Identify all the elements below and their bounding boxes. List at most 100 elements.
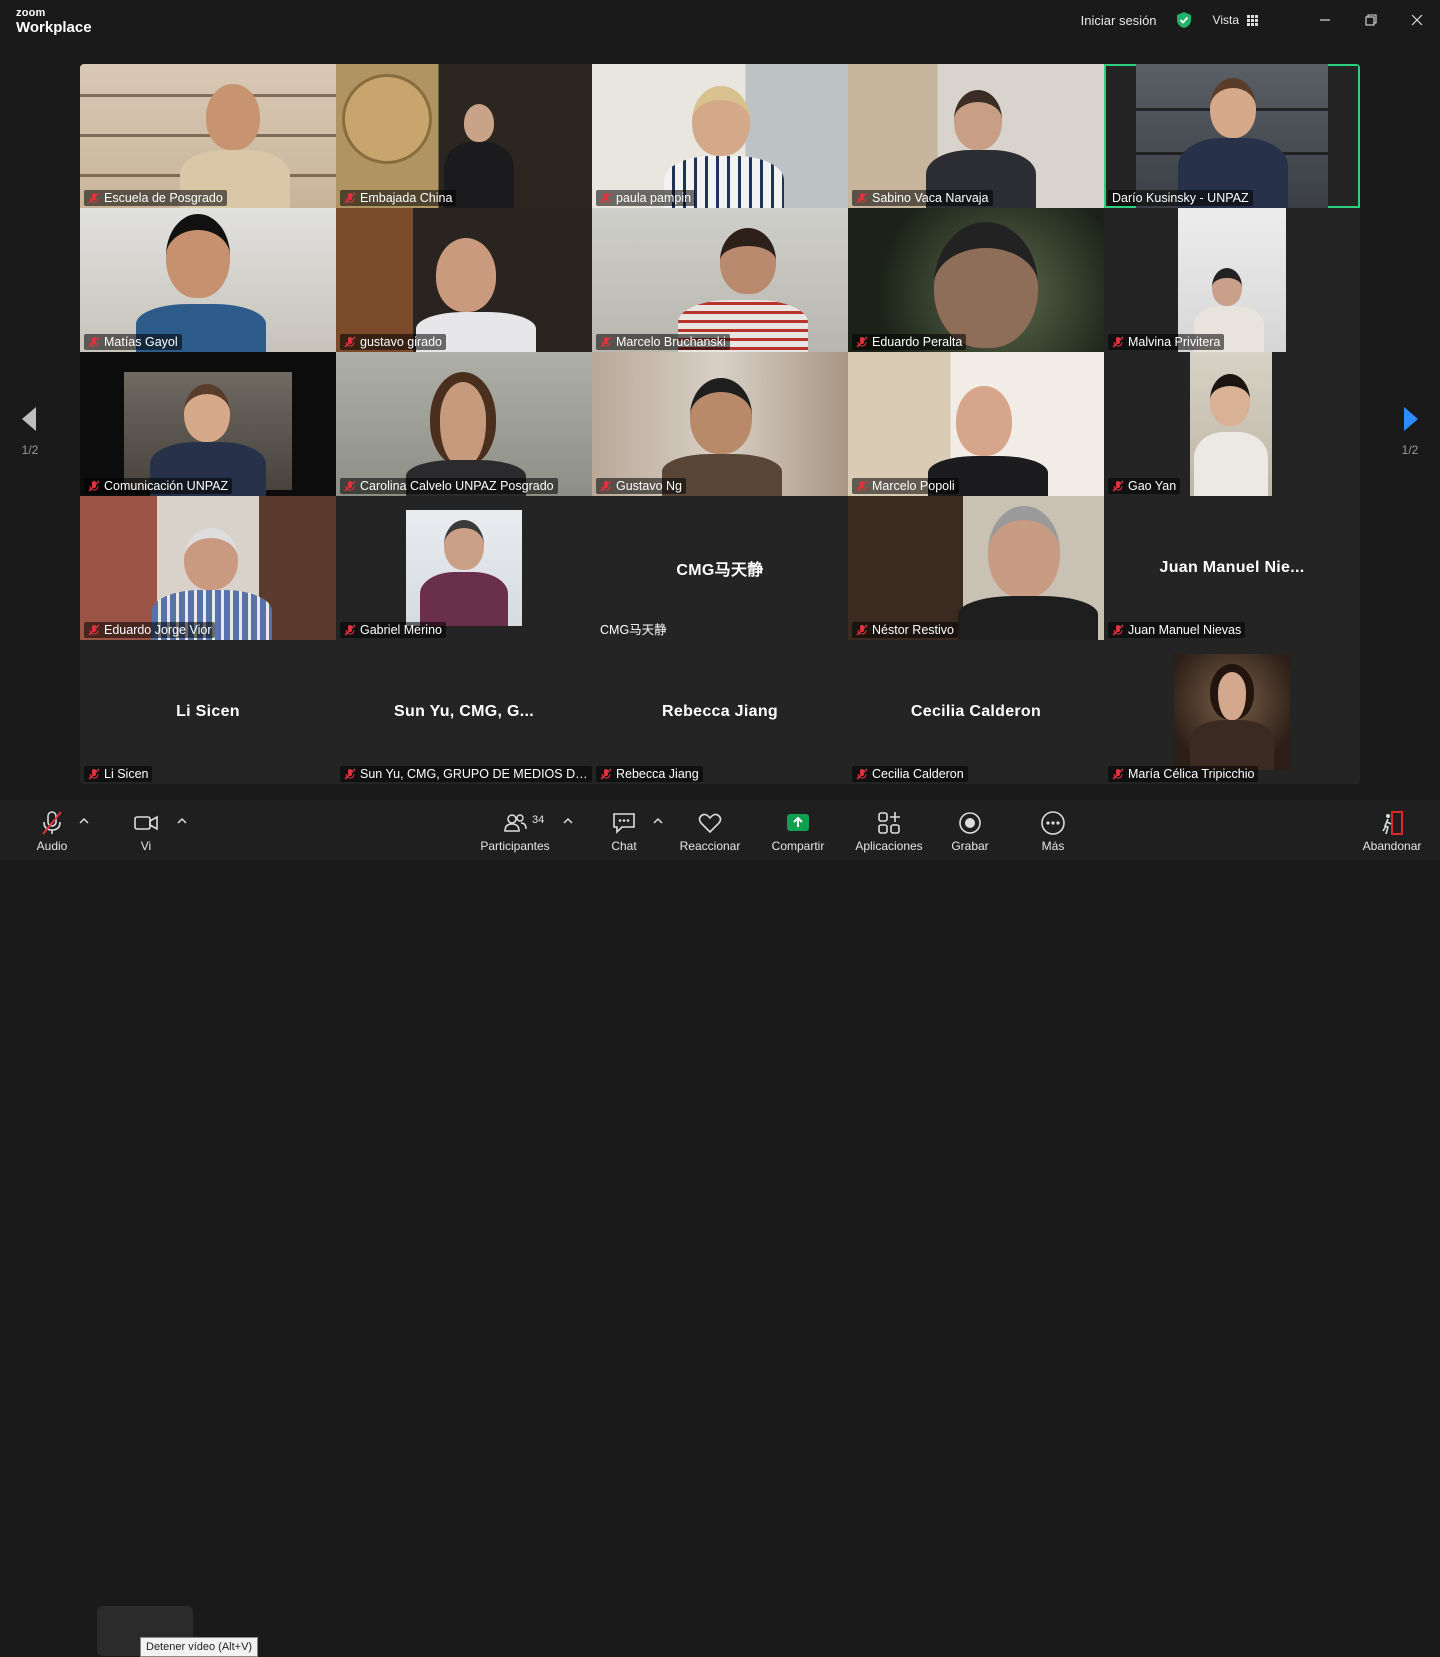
leave-button[interactable]: Abandonar: [1358, 800, 1426, 860]
participant-tile[interactable]: Matías Gayol: [80, 208, 336, 352]
participant-name: Malvina Privitera: [1108, 334, 1225, 350]
participant-tile[interactable]: Comunicación UNPAZ: [80, 352, 336, 496]
participant-tile[interactable]: Gustavo Ng: [592, 352, 848, 496]
next-page-button[interactable]: 1/2: [1390, 404, 1430, 457]
close-icon: [1411, 14, 1423, 26]
participant-name: Juan Manuel Nievas: [1108, 622, 1246, 638]
participant-tile-no-video[interactable]: Cecilia Calderon Cecilia Calderon: [848, 640, 1104, 784]
minimize-button[interactable]: [1302, 0, 1348, 40]
mic-muted-icon: [88, 624, 100, 636]
brand-large: Workplace: [16, 19, 92, 36]
participant-tile[interactable]: Malvina Privitera: [1104, 208, 1360, 352]
participant-display-name: Juan Manuel Nie...: [1159, 559, 1305, 576]
participant-tile-no-video[interactable]: Juan Manuel Nie... Juan Manuel Nievas: [1104, 496, 1360, 640]
participant-tile[interactable]: María Célica Tripicchio: [1104, 640, 1360, 784]
participant-display-name: Sun Yu, CMG, G...: [394, 703, 534, 720]
participant-tile[interactable]: Gao Yan: [1104, 352, 1360, 496]
mic-muted-icon: [856, 192, 868, 204]
chat-label: Chat: [611, 839, 637, 853]
video-feed: [1174, 654, 1290, 770]
video-feed: [336, 208, 592, 352]
participants-button[interactable]: Participantes: [478, 800, 552, 860]
participant-tile[interactable]: Eduardo Jorge Vior: [80, 496, 336, 640]
share-screen-icon: [787, 814, 809, 831]
participants-count: 34: [532, 814, 545, 826]
participant-name: Eduardo Peralta: [852, 334, 967, 350]
heart-icon: [698, 813, 722, 834]
apps-icon: [878, 812, 900, 834]
record-label: Grabar: [951, 839, 989, 853]
participant-display-name: Li Sicen: [176, 703, 240, 720]
participant-tile[interactable]: paula pampin: [592, 64, 848, 208]
video-feed: [80, 352, 336, 496]
react-button[interactable]: Reaccionar: [678, 800, 742, 860]
share-button[interactable]: Compartir: [768, 800, 828, 860]
participant-tile[interactable]: Escuela de Posgrado: [80, 64, 336, 208]
mic-muted-icon: [1112, 336, 1124, 348]
participant-name: Comunicación UNPAZ: [84, 478, 233, 494]
chat-options-chevron-icon[interactable]: [651, 814, 665, 828]
mic-muted-icon: [600, 192, 612, 204]
participant-tile[interactable]: Embajada China: [336, 64, 592, 208]
participant-tile-no-video[interactable]: Li Sicen Li Sicen: [80, 640, 336, 784]
view-button[interactable]: Vista: [1213, 13, 1258, 27]
participant-display-name: Rebecca Jiang: [662, 703, 778, 720]
audio-options-chevron-icon[interactable]: [77, 814, 91, 828]
mic-muted-icon: [344, 480, 356, 492]
participants-options-chevron-icon[interactable]: [561, 814, 575, 828]
participant-name: gustavo girado: [340, 334, 447, 350]
participant-name: Marcelo Popoli: [852, 478, 959, 494]
participants-label: Participantes: [480, 839, 550, 853]
close-button[interactable]: [1394, 0, 1440, 40]
chat-button[interactable]: Chat: [604, 800, 644, 860]
participant-tile[interactable]: Sabino Vaca Narvaja: [848, 64, 1104, 208]
participant-display-name: CMG马天静: [676, 562, 764, 579]
audio-label: Audio: [36, 839, 68, 853]
record-button[interactable]: Grabar: [950, 800, 990, 860]
participant-name: Néstor Restivo: [852, 622, 958, 638]
security-shield-icon[interactable]: [1175, 11, 1193, 29]
prev-page-button[interactable]: 1/2: [10, 404, 50, 457]
participant-tile[interactable]: Carolina Calvelo UNPAZ Posgrado: [336, 352, 592, 496]
participant-name: Darío Kusinsky - UNPAZ: [1108, 190, 1253, 206]
participant-name: Sabino Vaca Narvaja: [852, 190, 993, 206]
participant-name: CMG马天静: [600, 623, 667, 637]
participant-name: Eduardo Jorge Vior: [84, 622, 216, 638]
video-feed: [80, 496, 336, 640]
leave-door-icon: [1382, 811, 1403, 835]
participant-tile-no-video[interactable]: CMG马天静 CMG马天静: [592, 496, 848, 640]
mic-muted-icon: [1112, 480, 1124, 492]
participant-tile[interactable]: Marcelo Bruchanski: [592, 208, 848, 352]
minimize-icon: [1320, 19, 1330, 21]
participant-name: Embajada China: [340, 190, 457, 206]
video-feed: [592, 64, 848, 208]
video-button[interactable]: Vi: [124, 800, 168, 860]
participant-tile[interactable]: Eduardo Peralta: [848, 208, 1104, 352]
video-options-chevron-icon[interactable]: [175, 814, 189, 828]
mic-muted-icon: [344, 336, 356, 348]
mic-muted-icon: [1112, 624, 1124, 636]
video-tooltip: Detener vídeo (Alt+V): [140, 1637, 259, 1657]
participant-tile-active-speaker[interactable]: Darío Kusinsky - UNPAZ: [1104, 64, 1360, 208]
mic-muted-icon: [856, 480, 868, 492]
audio-button[interactable]: Audio: [30, 800, 74, 860]
participant-tile[interactable]: gustavo girado: [336, 208, 592, 352]
apps-button[interactable]: Aplicaciones: [852, 800, 926, 860]
participant-display-name: Cecilia Calderon: [910, 703, 1042, 720]
participant-tile[interactable]: Néstor Restivo: [848, 496, 1104, 640]
more-label: Más: [1041, 839, 1065, 853]
signin-link[interactable]: Iniciar sesión: [1081, 13, 1157, 28]
chat-bubble-icon: [613, 813, 635, 834]
mic-muted-icon: [344, 768, 356, 780]
participant-tile[interactable]: Gabriel Merino: [336, 496, 592, 640]
mic-muted-icon: [88, 480, 100, 492]
participant-tile-no-video[interactable]: Rebecca Jiang Rebecca Jiang: [592, 640, 848, 784]
video-feed: [1136, 64, 1328, 208]
participant-tile[interactable]: Marcelo Popoli: [848, 352, 1104, 496]
video-feed: [592, 352, 848, 496]
more-button[interactable]: Más: [1033, 800, 1073, 860]
restore-button[interactable]: [1348, 0, 1394, 40]
participant-name: Rebecca Jiang: [596, 766, 703, 782]
gallery-grid: Escuela de Posgrado Embajada China paula…: [80, 64, 1360, 784]
participant-tile-no-video[interactable]: Sun Yu, CMG, G... Sun Yu, CMG, GRUPO DE …: [336, 640, 592, 784]
